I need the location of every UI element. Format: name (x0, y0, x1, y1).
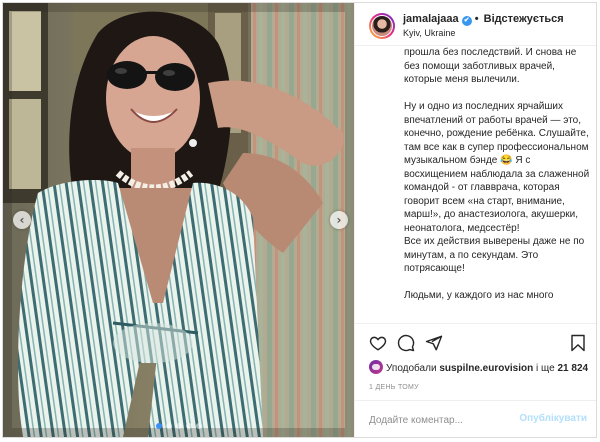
likes-prefix: Уподобали (386, 363, 437, 374)
carousel-dot (195, 423, 202, 429)
carousel-dot (155, 423, 162, 429)
caption-area[interactable]: Так как слабенькое место у меня самое це… (355, 46, 596, 323)
previous-photo-button[interactable]: ‹ (13, 211, 31, 229)
carousel-indicator (3, 423, 354, 429)
carousel-dot (175, 423, 182, 429)
post-header: jamalajaaa ✔ • Відстежується Kyiv, Ukrain… (355, 3, 596, 46)
post-photo[interactable]: ‹ › (3, 3, 354, 437)
username-link[interactable]: jamalajaaa (403, 13, 459, 25)
comment-form: Опублікувати (355, 400, 596, 437)
post-comment-button[interactable]: Опублікувати (519, 413, 587, 424)
paper-plane-icon (425, 335, 443, 351)
verified-badge-icon: ✔ (461, 16, 472, 26)
comment-button[interactable] (397, 334, 415, 352)
likes-summary: Уподобали suspilne.eurovision і ще 21 82… (369, 360, 593, 376)
separator-dot: • (474, 13, 479, 25)
caption-text: Так как слабенькое место у меня самое це… (404, 47, 590, 301)
following-button[interactable]: Відстежується (484, 13, 564, 25)
comment-icon (397, 334, 415, 352)
liker-avatar[interactable] (369, 360, 383, 374)
caption-fade (355, 309, 596, 323)
like-button[interactable] (369, 334, 387, 352)
share-button[interactable] (425, 334, 443, 352)
comment-input[interactable] (369, 411, 519, 429)
instagram-post: ‹ › jamalajaaa ✔ • Відстежується Kyiv, Uk… (2, 2, 597, 438)
post-timestamp[interactable]: 1 ДЕНЬ ТОМУ (369, 384, 419, 391)
likes-count[interactable]: 21 824 (558, 363, 589, 374)
avatar[interactable] (369, 13, 395, 39)
likes-mid: і ще (536, 363, 555, 374)
bookmark-icon (571, 334, 585, 352)
carousel-dot (165, 423, 172, 429)
save-button[interactable] (569, 334, 587, 352)
post-sidebar: jamalajaaa ✔ • Відстежується Kyiv, Ukrain… (354, 3, 596, 437)
carousel-dot (185, 423, 192, 429)
heart-icon (369, 336, 387, 351)
post-actions: Уподобали suspilne.eurovision і ще 21 82… (355, 323, 596, 437)
location-link[interactable]: Kyiv, Ukraine (403, 28, 455, 38)
post-photo-image (3, 3, 354, 437)
liker-username[interactable]: suspilne.eurovision (439, 363, 533, 374)
next-photo-button[interactable]: › (330, 211, 348, 229)
username-row: jamalajaaa ✔ • Відстежується (403, 13, 564, 26)
